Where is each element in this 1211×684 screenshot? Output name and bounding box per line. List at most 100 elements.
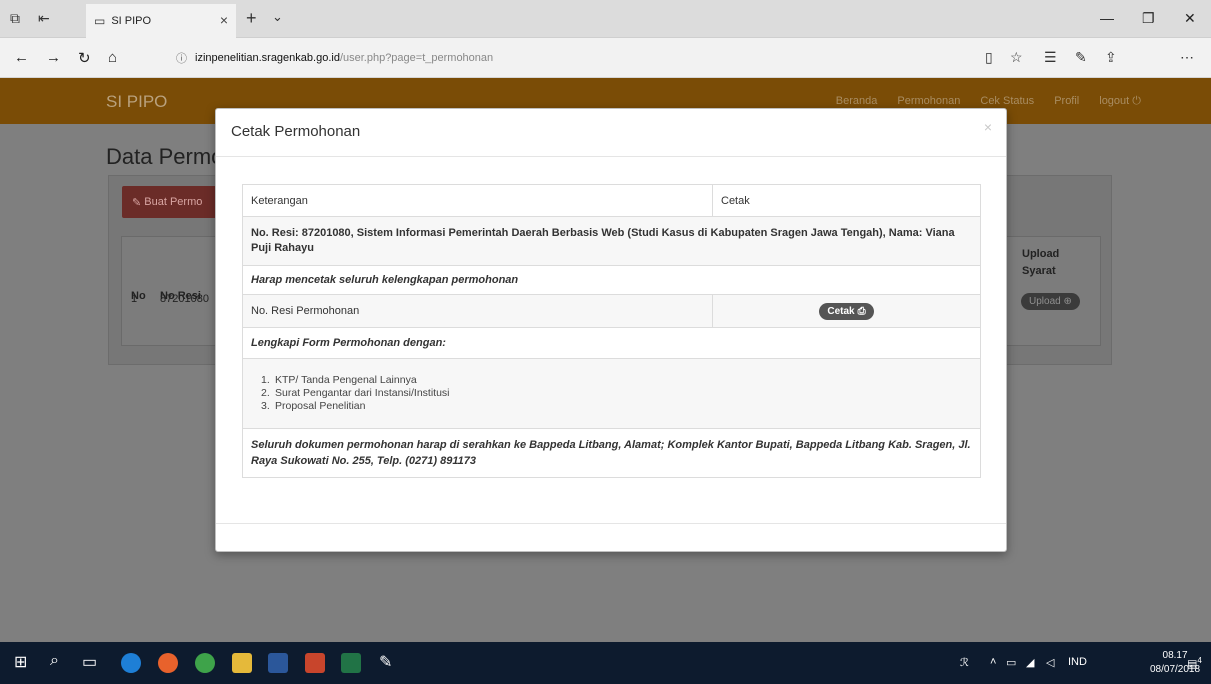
resi-description: No. Resi: 87201080, Sistem Informasi Pem…	[242, 216, 981, 266]
tray-overflow-icon[interactable]: ˄	[990, 656, 996, 668]
list-item: 3. Proposal Penelitian	[261, 400, 972, 413]
upload-button[interactable]: Upload ⊕	[1021, 293, 1080, 310]
edge-browser-icon[interactable]	[121, 653, 141, 673]
browser-tab[interactable]: ▭ SI PIPO ×	[86, 4, 236, 38]
tab-actions-icon[interactable]: ⧉	[10, 10, 20, 27]
address-bar-row: ← → ↻ ⌂ ⓘ izinpenelitian.sragenkab.go.id…	[0, 38, 1211, 78]
list-item-number: 3.	[261, 400, 270, 412]
print-request-modal: Cetak Permohonan × Keterangan Cetak No. …	[215, 108, 1007, 552]
paint-icon[interactable]: ✎	[379, 652, 392, 672]
printer-icon: ⎙	[857, 305, 866, 317]
volume-icon[interactable]: ◁	[1046, 656, 1054, 669]
print-instruction: Harap mencetak seluruh kelengkapan permo…	[242, 265, 981, 295]
search-icon[interactable]: ⌕	[50, 652, 59, 670]
tab-title: SI PIPO	[111, 15, 152, 27]
firefox-icon[interactable]	[158, 653, 178, 673]
forward-icon[interactable]: →	[46, 49, 61, 66]
people-icon[interactable]: ℛ	[960, 656, 969, 669]
favorite-star-icon[interactable]: ☆	[1010, 49, 1023, 66]
refresh-icon[interactable]: ↻	[78, 49, 91, 67]
list-item-text: Proposal Penelitian	[275, 400, 366, 412]
url-path: /user.php?page=t_permohonan	[339, 52, 494, 64]
tab-close-icon[interactable]: ×	[220, 12, 228, 28]
reading-view-icon[interactable]: ▯	[985, 49, 993, 66]
upload-icon: ⊕	[1063, 296, 1072, 307]
list-item: 1. KTP/ Tanda Pengenal Lainnya	[261, 374, 972, 387]
page-title: Data Permo	[106, 144, 224, 169]
submission-note: Seluruh dokumen permohonan harap di sera…	[242, 428, 981, 478]
nav-beranda[interactable]: Beranda	[836, 95, 878, 108]
browser-tab-bar: ⧉ ⇤ ▭ SI PIPO × + ⌄ — ❐ ✕	[0, 0, 1211, 38]
site-nav-links: Beranda Permohonan Cek Status Profil log…	[836, 95, 1141, 108]
table-row: Seluruh dokumen permohonan harap di sera…	[242, 428, 981, 478]
file-explorer-icon[interactable]	[232, 653, 252, 673]
create-request-label: Buat Permo	[144, 196, 203, 208]
battery-icon[interactable]: ▭	[1006, 656, 1016, 669]
tab-back-icon[interactable]: ⇤	[38, 10, 50, 27]
excel-icon[interactable]	[341, 653, 361, 673]
print-button[interactable]: Cetak ⎙	[819, 302, 874, 320]
table-row: Harap mencetak seluruh kelengkapan permo…	[242, 265, 981, 295]
task-view-icon[interactable]: ▭	[82, 652, 97, 672]
back-icon[interactable]: ←	[14, 49, 29, 66]
print-table: Keterangan Cetak No. Resi: 87201080, Sis…	[242, 184, 981, 478]
nav-logout-label: logout	[1099, 95, 1130, 107]
list-item-number: 1.	[261, 374, 270, 386]
more-icon[interactable]: ⋯	[1180, 49, 1194, 66]
restore-icon[interactable]: ❐	[1142, 10, 1155, 27]
cetak-cell: Cetak ⎙	[712, 294, 981, 328]
list-item-number: 2.	[261, 387, 270, 399]
table-cell-no: 1	[131, 293, 138, 305]
site-brand[interactable]: SI PIPO	[106, 92, 167, 112]
url-host: izinpenelitian.sragenkab.go.id	[195, 52, 340, 64]
minimize-icon[interactable]: —	[1100, 10, 1114, 26]
nav-logout[interactable]: logout ⏻	[1099, 95, 1141, 108]
notification-center-icon[interactable]: ▤4	[1187, 656, 1202, 671]
pen-icon[interactable]: ✎	[1075, 49, 1087, 66]
table-row: No. Resi Permohonan Cetak ⎙	[242, 294, 981, 328]
chrome-icon[interactable]	[195, 653, 215, 673]
list-item: 2. Surat Pengantar dari Instansi/Institus…	[261, 387, 972, 400]
modal-close-icon[interactable]: ×	[984, 119, 992, 135]
page-icon: ▭	[94, 14, 106, 28]
table-header-upload: Upload Syarat	[1022, 248, 1060, 277]
powerpoint-icon[interactable]	[305, 653, 325, 673]
windows-start-icon[interactable]: ⊞	[14, 652, 27, 672]
word-icon[interactable]	[268, 653, 288, 673]
home-icon[interactable]: ⌂	[108, 49, 117, 66]
url-field[interactable]: ⓘ izinpenelitian.sragenkab.go.id /user.p…	[176, 45, 1012, 71]
print-button-label: Cetak	[827, 305, 855, 317]
no-resi-label: No. Resi Permohonan	[242, 294, 713, 328]
col-header-cetak: Cetak	[712, 184, 981, 217]
nav-profil[interactable]: Profil	[1054, 95, 1079, 108]
modal-footer-divider	[216, 523, 1006, 524]
network-icon[interactable]: ◢	[1026, 656, 1034, 669]
tab-list-chevron-icon[interactable]: ⌄	[272, 9, 283, 25]
table-cell-resi: 87201080	[160, 293, 209, 305]
document-list-cell: 1. KTP/ Tanda Pengenal Lainnya 2. Surat Pe…	[242, 358, 981, 429]
table-row: No. Resi: 87201080, Sistem Informasi Pem…	[242, 216, 981, 266]
upload-label: Upload	[1029, 296, 1061, 307]
taskbar: ⊞ ⌕ ▭ ✎ ℛ ˄ ▭ ◢ ◁ IND 08.17 08/07/2018 ▤…	[0, 642, 1211, 684]
close-window-icon[interactable]: ✕	[1184, 10, 1196, 27]
table-row: Lengkapi Form Permohonan dengan:	[242, 327, 981, 359]
favorites-list-icon[interactable]: ☰	[1044, 49, 1057, 66]
modal-title: Cetak Permohonan	[231, 123, 361, 140]
complete-form-heading: Lengkapi Form Permohonan dengan:	[242, 327, 981, 359]
list-item-text: Surat Pengantar dari Instansi/Institusi	[275, 387, 450, 399]
new-tab-icon[interactable]: +	[246, 8, 257, 29]
language-indicator[interactable]: IND	[1068, 656, 1087, 668]
col-header-keterangan: Keterangan	[242, 184, 713, 217]
document-list: 1. KTP/ Tanda Pengenal Lainnya 2. Surat Pe…	[261, 374, 972, 413]
share-icon[interactable]: ⇪	[1105, 49, 1117, 66]
list-item-text: KTP/ Tanda Pengenal Lainnya	[275, 374, 417, 386]
power-icon: ⏻	[1132, 95, 1141, 107]
nav-cek-status[interactable]: Cek Status	[980, 95, 1034, 108]
pencil-icon: ✎	[132, 196, 142, 209]
site-info-icon[interactable]: ⓘ	[176, 50, 187, 66]
table-row: 1. KTP/ Tanda Pengenal Lainnya 2. Surat Pe…	[242, 358, 981, 429]
notification-count: 4	[1197, 656, 1202, 665]
nav-permohonan[interactable]: Permohonan	[897, 95, 960, 108]
modal-header: Cetak Permohonan ×	[216, 109, 1006, 157]
table-row: Keterangan Cetak	[242, 184, 981, 217]
